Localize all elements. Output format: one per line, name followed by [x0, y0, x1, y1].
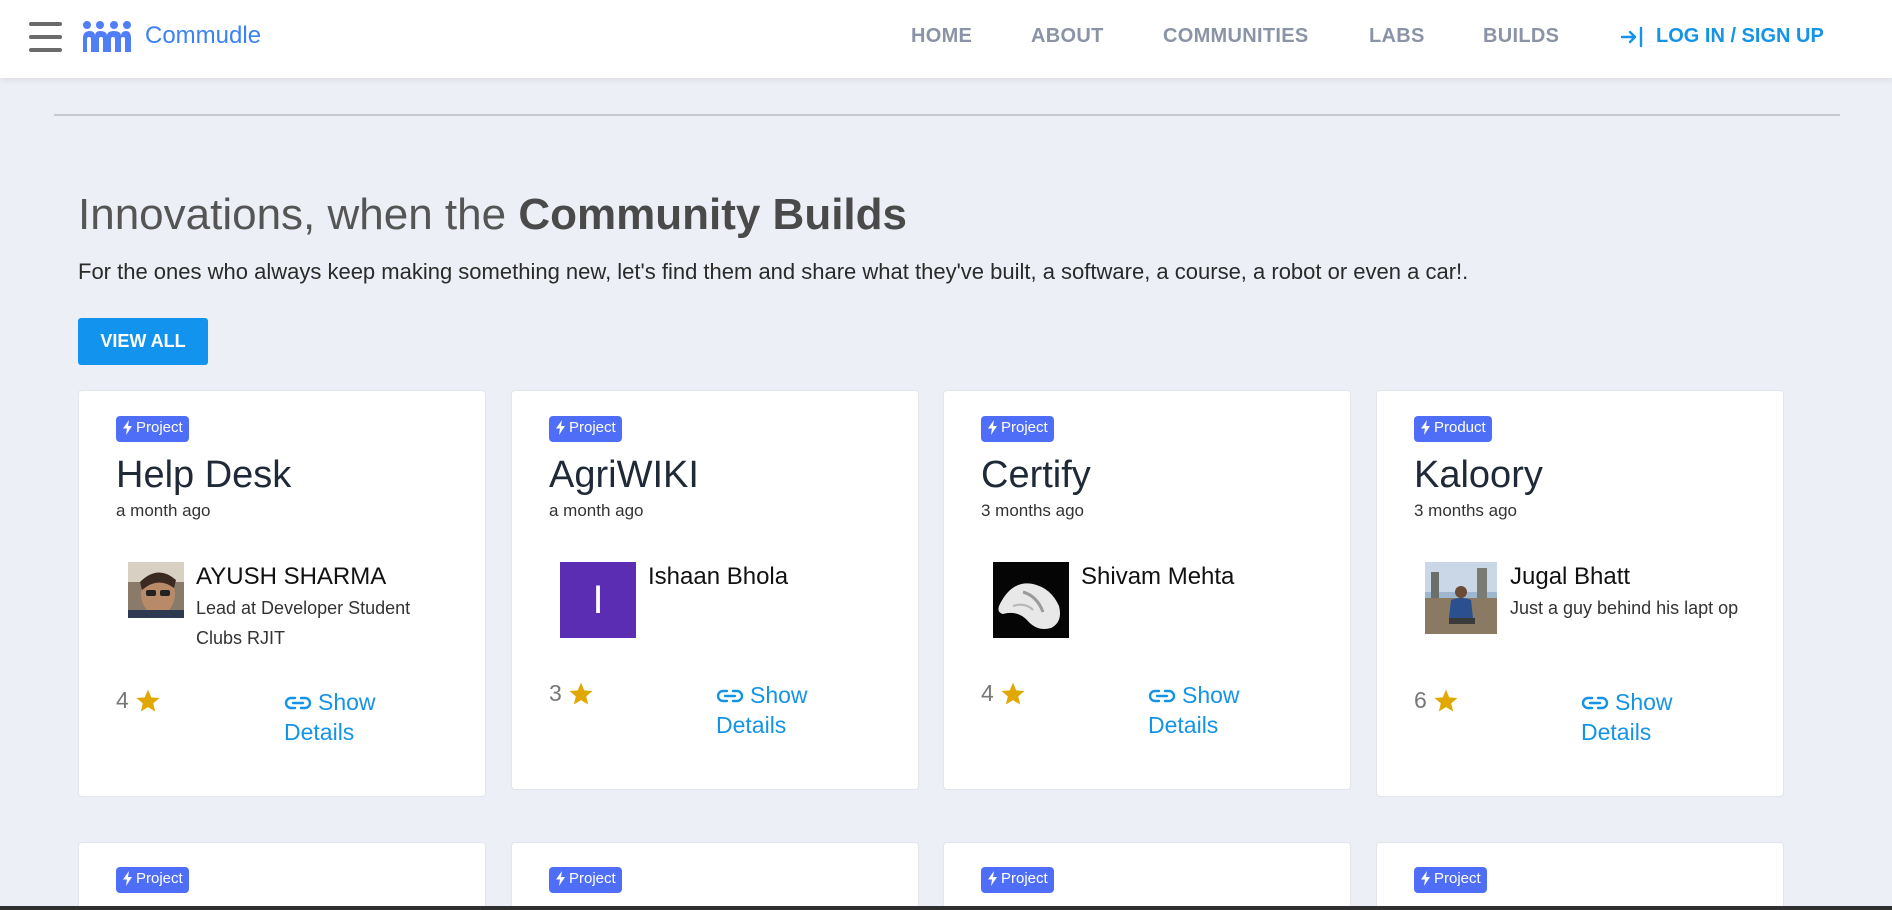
star-rating[interactable]: 4 — [981, 680, 1026, 707]
brand-name[interactable]: Commudle — [145, 22, 261, 50]
avatar[interactable] — [993, 562, 1069, 638]
category-badge: Project — [981, 867, 1054, 893]
card-timestamp: a month ago — [549, 501, 644, 520]
show-details-link[interactable]: Show Details — [284, 687, 424, 747]
build-card[interactable]: Project — [511, 842, 919, 910]
build-card[interactable]: Project — [1376, 842, 1784, 910]
nav-home[interactable]: HOME — [911, 25, 972, 48]
badge-label: Project — [569, 870, 616, 887]
page-title: Innovations, when the Community Builds — [78, 190, 907, 240]
login-label: LOG IN / SIGN UP — [1656, 25, 1824, 47]
rating-count: 6 — [1414, 687, 1427, 713]
link-icon — [1148, 689, 1176, 703]
nav-communities[interactable]: COMMUNITIES — [1163, 25, 1309, 48]
lightning-icon — [1421, 420, 1430, 435]
star-icon — [1434, 689, 1458, 712]
menu-icon[interactable] — [29, 22, 62, 52]
avatar[interactable] — [1425, 562, 1497, 634]
star-icon — [1001, 682, 1025, 705]
star-icon — [569, 682, 593, 705]
author-bio: Just a guy behind his lapt op — [1510, 598, 1739, 618]
top-navbar: Commudle HOME ABOUT COMMUNITIES LABS BUI… — [0, 0, 1892, 78]
headline-prefix: Innovations, when the — [78, 190, 519, 239]
category-badge: Product — [1414, 416, 1492, 442]
build-card[interactable]: Project — [78, 842, 486, 910]
link-icon — [284, 696, 312, 710]
login-signup-button[interactable]: LOG IN / SIGN UP — [1620, 25, 1824, 48]
card-timestamp: a month ago — [116, 501, 211, 520]
lightning-icon — [123, 420, 132, 435]
link-icon — [716, 689, 744, 703]
category-badge: Project — [116, 416, 189, 442]
lightning-icon — [988, 871, 997, 886]
lightning-icon — [123, 871, 132, 886]
star-icon — [136, 689, 160, 712]
build-card-certify[interactable]: Project Certify 3 months ago Shivam Meht… — [943, 390, 1351, 790]
build-card-agriwiki[interactable]: Project AgriWIKI a month ago I Ishaan Bh… — [511, 390, 919, 790]
category-badge: Project — [549, 867, 622, 893]
card-timestamp: 3 months ago — [981, 501, 1085, 520]
rating-count: 4 — [116, 687, 129, 713]
badge-label: Project — [136, 870, 183, 887]
author-bio: Lead at Developer Student Clubs RJIT — [196, 598, 411, 648]
show-details-link[interactable]: Show Details — [1148, 680, 1288, 740]
category-badge: Project — [981, 416, 1054, 442]
badge-label: Product — [1434, 419, 1486, 436]
lightning-icon — [1421, 871, 1430, 886]
author-name[interactable]: Jugal Bhatt — [1510, 563, 1630, 591]
nav-labs[interactable]: LABS — [1369, 25, 1425, 48]
link-icon — [1581, 696, 1609, 710]
badge-label: Project — [1001, 419, 1048, 436]
lightning-icon — [556, 871, 565, 886]
author-name[interactable]: Shivam Mehta — [1081, 563, 1234, 591]
card-timestamp: 3 months ago — [1414, 501, 1518, 520]
avatar[interactable]: I — [560, 562, 636, 638]
headline-bold: Community Builds — [518, 190, 907, 239]
login-icon — [1620, 26, 1643, 47]
commudle-logo[interactable] — [81, 20, 133, 54]
avatar[interactable] — [128, 562, 184, 618]
nav-builds[interactable]: BUILDS — [1483, 25, 1559, 48]
card-title[interactable]: AgriWIKI — [549, 454, 699, 497]
badge-label: Project — [1001, 870, 1048, 887]
lightning-icon — [988, 420, 997, 435]
section-divider — [54, 114, 1840, 116]
lightning-icon — [556, 420, 565, 435]
card-title[interactable]: Kaloory — [1414, 454, 1543, 497]
category-badge: Project — [116, 867, 189, 893]
category-badge: Project — [549, 416, 622, 442]
author-name[interactable]: AYUSH SHARMA — [196, 563, 386, 591]
badge-label: Project — [1434, 870, 1481, 887]
rating-count: 3 — [549, 680, 562, 706]
star-rating[interactable]: 3 — [549, 680, 594, 707]
star-rating[interactable]: 4 — [116, 687, 161, 714]
build-card-kaloory[interactable]: Product Kaloory 3 months ago Jugal Bhatt… — [1376, 390, 1784, 797]
page-subtitle: For the ones who always keep making some… — [78, 259, 1469, 284]
author-name[interactable]: Ishaan Bhola — [648, 563, 788, 591]
category-badge: Project — [1414, 867, 1487, 893]
show-details-link[interactable]: Show Details — [716, 680, 856, 740]
star-rating[interactable]: 6 — [1414, 687, 1459, 714]
badge-label: Project — [136, 419, 183, 436]
card-title[interactable]: Certify — [981, 454, 1091, 497]
view-all-button[interactable]: VIEW ALL — [78, 318, 208, 365]
window-bottom-edge — [0, 906, 1892, 910]
card-title[interactable]: Help Desk — [116, 454, 291, 497]
show-details-link[interactable]: Show Details — [1581, 687, 1721, 747]
build-card-help-desk[interactable]: Project Help Desk a month ago AYUSH SHAR… — [78, 390, 486, 797]
rating-count: 4 — [981, 680, 994, 706]
build-card[interactable]: Project — [943, 842, 1351, 910]
nav-about[interactable]: ABOUT — [1031, 25, 1104, 48]
badge-label: Project — [569, 419, 616, 436]
